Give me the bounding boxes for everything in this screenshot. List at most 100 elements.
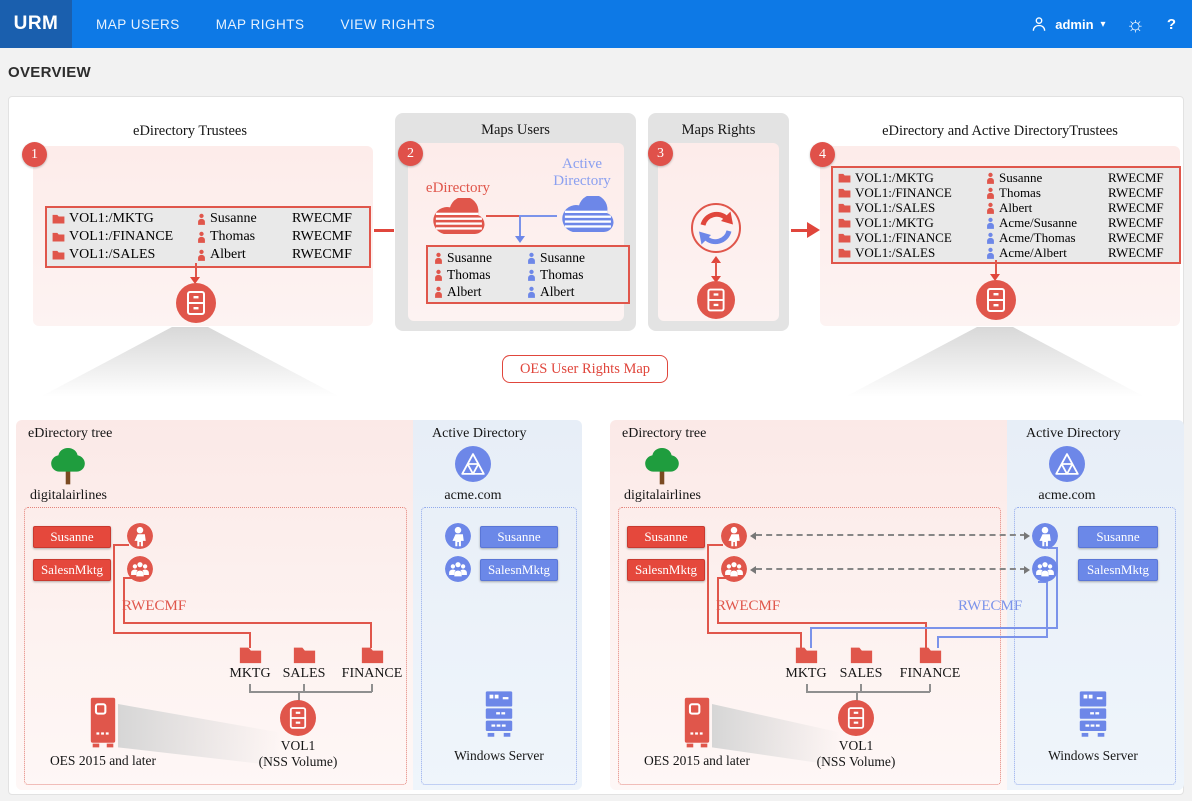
storage-cabinet-icon: [176, 283, 216, 323]
folder-label: MKTG: [226, 666, 274, 682]
trustee-row: VOL1:/SALES Acme/Albert RWECMF: [838, 245, 1174, 260]
connector: [707, 632, 802, 634]
bracket: [249, 691, 372, 693]
folder-icon: [838, 233, 851, 243]
windows-server-icon: [482, 690, 516, 740]
active-directory-label: Active Directory: [540, 156, 624, 190]
user-menu[interactable]: admin ▾: [1030, 15, 1105, 33]
user-icon: [1032, 523, 1058, 549]
navbar-right: admin ▾ ☼ ?: [1030, 14, 1192, 35]
windows-server-label: Windows Server: [1034, 748, 1152, 764]
ad-zone: [421, 507, 577, 785]
step2-badge: 2: [398, 141, 423, 166]
group-chip: SalesnMktg: [627, 559, 705, 581]
step4-title: eDirectory and Active DirectoryTrustees: [815, 123, 1185, 140]
user-icon: [986, 187, 995, 199]
trustee-row: VOL1:/FINANCE Thomas RWECMF: [838, 185, 1174, 200]
edirectory-tree-label: eDirectory tree: [622, 426, 706, 442]
trustee-row: VOL1:/FINANCE Acme/Thomas RWECMF: [838, 230, 1174, 245]
user-icon: [527, 269, 536, 281]
oes-server-label: OES 2015 and later: [634, 753, 760, 769]
storage-cabinet-icon: [697, 281, 735, 319]
volume-icon: [280, 700, 316, 736]
step2-title: Maps Users: [395, 122, 636, 139]
ad-domain: acme.com: [1019, 488, 1115, 504]
user-icon: [1030, 15, 1048, 33]
folder-label: SALES: [278, 666, 330, 682]
chevron-down-icon: ▾: [1101, 19, 1106, 30]
user-icon: [721, 523, 747, 549]
step4-trustee-table: VOL1:/MKTG Susanne RWECMF VOL1:/FINANCE …: [831, 166, 1181, 264]
folder-icon: [849, 646, 874, 664]
group-chip: SalesnMktg: [1078, 559, 1158, 581]
folder-icon: [838, 203, 851, 213]
user-chip: Susanne: [1078, 526, 1158, 548]
volume-label: VOL1: [826, 738, 886, 754]
urm-app-screen: URM MAP USERS MAP RIGHTS VIEW RIGHTS adm…: [0, 0, 1192, 801]
app-logo[interactable]: URM: [0, 0, 72, 48]
arrow-right-icon: [1024, 532, 1030, 540]
page-header: OVERVIEW: [0, 48, 1192, 96]
user-icon: [986, 217, 995, 229]
connector: [113, 544, 115, 634]
user-chip: Susanne: [480, 526, 558, 548]
user-icon: [197, 213, 206, 225]
group-chip: SalesnMktg: [480, 559, 558, 581]
storage-cabinet-icon: [976, 280, 1016, 320]
nav-item-view-rights[interactable]: VIEW RIGHTS: [341, 17, 436, 32]
trustee-row: VOL1:/SALES Albert RWECMF: [52, 246, 364, 264]
user-icon: [986, 247, 995, 259]
folder-icon: [52, 250, 65, 260]
user-icon: [986, 172, 995, 184]
arrow-down-icon: [515, 236, 525, 243]
main-menu: MAP USERS MAP RIGHTS VIEW RIGHTS: [96, 17, 435, 32]
user-icon: [434, 269, 443, 281]
user-icon: [986, 232, 995, 244]
gear-icon[interactable]: ☼: [1126, 14, 1145, 35]
user-name: admin: [1055, 17, 1093, 32]
active-directory-icon: [1049, 446, 1085, 482]
tree-icon: [642, 445, 682, 491]
user-map-row: Susanne Susanne: [434, 249, 622, 266]
user-map-row: Albert Albert: [434, 283, 622, 300]
nav-item-map-rights[interactable]: MAP RIGHTS: [216, 17, 305, 32]
connector: [707, 544, 723, 546]
page-title: OVERVIEW: [8, 64, 91, 81]
connector: [717, 577, 719, 623]
user-icon: [445, 523, 471, 549]
folder-icon: [838, 218, 851, 228]
trustee-row: VOL1:/FINANCE Thomas RWECMF: [52, 228, 364, 246]
connector: [123, 622, 371, 624]
rights-label: RWECMF: [716, 598, 780, 615]
folder-icon: [238, 646, 263, 664]
step4-badge: 4: [810, 142, 835, 167]
connector: [995, 260, 997, 274]
user-icon: [197, 231, 206, 243]
folder-label: FINANCE: [898, 666, 962, 682]
folder-label: MKTG: [782, 666, 830, 682]
oes-user-rights-map-button[interactable]: OES User Rights Map: [502, 355, 668, 383]
trustee-row: VOL1:/MKTG Susanne RWECMF: [838, 170, 1174, 185]
active-directory-label: Active Directory: [1026, 426, 1120, 442]
windows-server-icon: [1076, 690, 1110, 740]
nav-item-map-users[interactable]: MAP USERS: [96, 17, 180, 32]
help-icon[interactable]: ?: [1167, 16, 1176, 33]
volume-sublabel: (NSS Volume): [248, 754, 348, 770]
step1-title: eDirectory Trustees: [60, 123, 320, 140]
connector: [717, 622, 927, 624]
active-directory-icon: [455, 446, 491, 482]
edirectory-tree-label: eDirectory tree: [28, 426, 112, 442]
connector: [715, 262, 717, 276]
top-navbar: URM MAP USERS MAP RIGHTS VIEW RIGHTS adm…: [0, 0, 1192, 48]
edirectory-cloud-icon: [427, 198, 489, 238]
folder-icon: [838, 173, 851, 183]
folder-icon: [292, 646, 317, 664]
volume-label: VOL1: [268, 738, 328, 754]
active-directory-label: Active Directory: [432, 426, 526, 442]
step1-trustee-table: VOL1:/MKTG Susanne RWECMF VOL1:/FINANCE …: [45, 206, 371, 268]
step1-badge: 1: [22, 142, 47, 167]
user-icon: [434, 252, 443, 264]
group-chip: SalesnMktg: [33, 559, 111, 581]
connector: [707, 544, 709, 634]
folder-icon: [52, 232, 65, 242]
